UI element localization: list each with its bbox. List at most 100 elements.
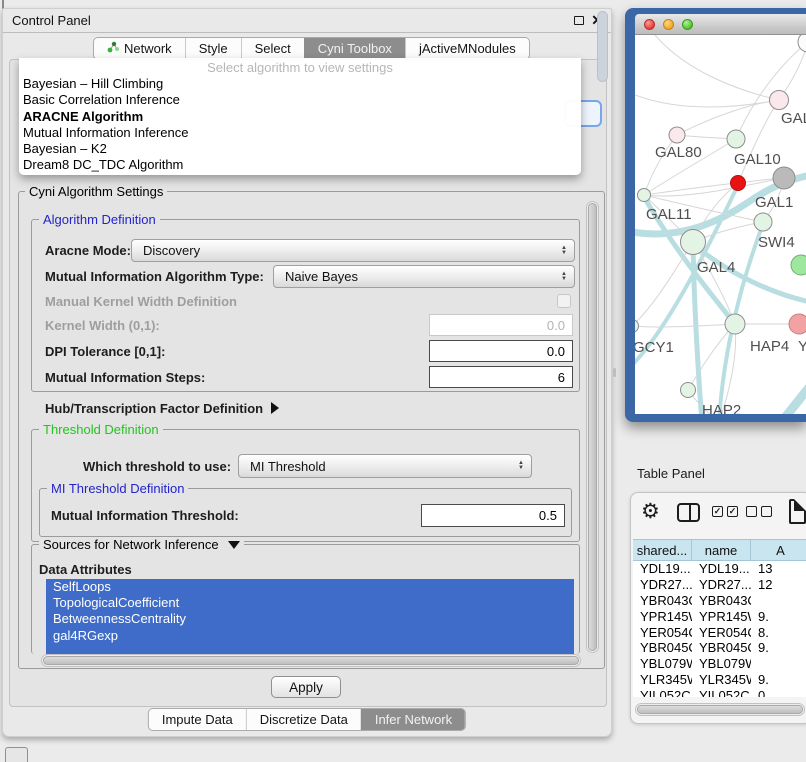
network-node-gal4[interactable] xyxy=(681,230,706,255)
gear-icon[interactable]: ⚙ xyxy=(641,501,660,522)
data-attributes-list[interactable]: SelfLoopsTopologicalCoefficientBetweenne… xyxy=(46,579,574,655)
tab-cyni-toolbox[interactable]: Cyni Toolbox xyxy=(304,38,405,59)
table-cell: YBL079W xyxy=(633,656,692,672)
table-panel: ⚙ ✓✓ shared... name A YDL19...YDL19...13… xyxy=(630,492,806,724)
table-row[interactable]: YBL079WYBL079W xyxy=(633,656,806,672)
attribute-item-selfloops[interactable]: SelfLoops xyxy=(46,579,574,595)
tab-select[interactable]: Select xyxy=(241,38,304,59)
deselect-all-icon[interactable] xyxy=(746,506,772,517)
network-node-gal1[interactable] xyxy=(754,213,772,231)
column-header-name[interactable]: name xyxy=(692,540,751,560)
dropdown-item-basic-correlation-inference[interactable]: Basic Correlation Inference xyxy=(19,92,581,108)
network-canvas[interactable]: GALGAL80GAL10GAL1GAL11GAL4SWI4GCY1HAP4YH… xyxy=(635,35,806,414)
dropdown-item-mutual-information-inference[interactable]: Mutual Information Inference xyxy=(19,125,581,141)
aracne-mode-combo[interactable]: Discovery ▲▼ xyxy=(131,239,575,262)
column-header-shared[interactable]: shared... xyxy=(633,540,692,560)
dropdown-item-dream8-dc-tdc-algorithm[interactable]: Dream8 DC_TDC Algorithm xyxy=(19,157,581,173)
settings-horizontal-scrollbar[interactable] xyxy=(41,654,581,667)
attribute-item-topologicalcoefficient[interactable]: TopologicalCoefficient xyxy=(46,595,574,611)
sources-expander[interactable]: Sources for Network Inference xyxy=(39,537,244,552)
tab-network[interactable]: Network xyxy=(94,38,185,59)
mi-type-label: Mutual Information Algorithm Type: xyxy=(45,265,264,288)
table-cell xyxy=(751,593,806,609)
table-cell: YER054C xyxy=(633,624,692,640)
network-node-gal[interactable] xyxy=(770,91,789,110)
table-cell: 9. xyxy=(751,672,806,688)
close-traffic-light[interactable] xyxy=(644,19,655,30)
table-row[interactable]: YLR345WYLR345W9. xyxy=(633,672,806,688)
node-label: HAP2 xyxy=(702,402,741,414)
network-window-titlebar[interactable] xyxy=(635,14,806,35)
table-cell: YPR145W xyxy=(692,608,751,624)
attribute-item-gal4rgexp[interactable]: gal4RGexp xyxy=(46,628,574,644)
kernel-width-field[interactable]: 0.0 xyxy=(429,314,573,336)
page-icon[interactable] xyxy=(789,499,806,524)
tab-style[interactable]: Style xyxy=(185,38,241,59)
algorithm-definition-title: Algorithm Definition xyxy=(39,212,160,227)
settings-vertical-scrollbar[interactable] xyxy=(586,201,599,653)
table-cell: YBR045C xyxy=(692,640,751,656)
dpi-tolerance-field[interactable]: 0.0 xyxy=(429,340,573,362)
stepper-arrows-icon: ▲▼ xyxy=(561,272,567,282)
mi-type-combo[interactable]: Naive Bayes ▲▼ xyxy=(273,265,575,288)
dropdown-item-bayesian-k2[interactable]: Bayesian – K2 xyxy=(19,141,581,157)
expand-right-icon xyxy=(271,402,279,414)
network-node-hap2[interactable] xyxy=(681,383,696,398)
table-cell: 13 xyxy=(751,561,806,577)
network-node-hap4[interactable] xyxy=(725,314,745,334)
select-all-icon[interactable]: ✓✓ xyxy=(712,506,738,517)
mi-threshold-label: Mutual Information Threshold: xyxy=(51,504,239,527)
table-cell: 0. xyxy=(751,687,806,697)
network-node[interactable] xyxy=(731,176,746,191)
table-row[interactable]: YBR045CYBR045C9. xyxy=(633,640,806,656)
network-node[interactable] xyxy=(773,167,795,189)
node-label: GAL xyxy=(781,110,806,127)
table-cell: YDL19... xyxy=(633,561,692,577)
attribute-item-betweennesscentrality[interactable]: BetweennessCentrality xyxy=(46,611,574,627)
table-row[interactable]: YDR27...YDR27...12 xyxy=(633,577,806,593)
dropdown-item-aracne-algorithm[interactable]: ARACNE Algorithm xyxy=(19,109,581,125)
tab-impute-data[interactable]: Impute Data xyxy=(149,709,246,730)
network-node-gal80[interactable] xyxy=(669,127,685,143)
dropdown-item-bayesian-hill-climbing[interactable]: Bayesian – Hill Climbing xyxy=(19,76,581,92)
splitter-grip[interactable] xyxy=(613,368,616,377)
mi-threshold-field[interactable]: 0.5 xyxy=(421,504,565,527)
network-node-gal11[interactable] xyxy=(638,189,651,202)
control-panel-window: Control Panel ✕ NetworkStyleSelectCyni T… xyxy=(2,8,612,737)
tab-infer-network[interactable]: Infer Network xyxy=(361,709,465,730)
apply-button[interactable]: Apply xyxy=(271,676,341,698)
table-row[interactable]: YDL19...YDL19...13 xyxy=(633,561,806,577)
column-header-third[interactable]: A xyxy=(751,540,806,560)
hub-tf-expander[interactable]: Hub/Transcription Factor Definition xyxy=(45,399,279,417)
tab-jactivemnodules[interactable]: jActiveMNodules xyxy=(405,38,529,59)
network-node-gcy1[interactable] xyxy=(635,320,639,333)
float-window-icon[interactable] xyxy=(574,16,584,25)
table-cell: YBR043C xyxy=(633,593,692,609)
table-row[interactable]: YBR043CYBR043C xyxy=(633,593,806,609)
minimize-traffic-light[interactable] xyxy=(663,19,674,30)
table-row[interactable]: YIL052CYIL052C0. xyxy=(633,687,806,697)
attribute-list-scrollbar[interactable] xyxy=(597,11,608,82)
mi-steps-label: Mutual Information Steps: xyxy=(45,366,205,388)
minimized-panel-icon[interactable] xyxy=(5,747,28,762)
manual-kernel-checkbox[interactable] xyxy=(557,294,571,308)
table-cell: YDL19... xyxy=(692,561,751,577)
table-cell: YBL079W xyxy=(692,656,751,672)
columns-icon[interactable] xyxy=(677,503,700,522)
zoom-traffic-light[interactable] xyxy=(682,19,693,30)
table-cell: YDR27... xyxy=(692,577,751,593)
tab-discretize-data[interactable]: Discretize Data xyxy=(246,709,361,730)
table-cell: 12 xyxy=(751,577,806,593)
table-row[interactable]: YER054CYER054C8. xyxy=(633,624,806,640)
table-horizontal-scrollbar[interactable] xyxy=(635,703,805,716)
mi-steps-field[interactable]: 6 xyxy=(429,366,573,388)
network-node-swi4[interactable] xyxy=(791,255,806,275)
panel-title: Control Panel xyxy=(12,9,91,33)
table-row[interactable]: YPR145WYPR145W9. xyxy=(633,608,806,624)
table-cell: YBR045C xyxy=(633,640,692,656)
table-panel-title: Table Panel xyxy=(637,466,705,481)
algorithm-dropdown: Select algorithm to view settings Bayesi… xyxy=(19,58,581,175)
which-threshold-combo[interactable]: MI Threshold ▲▼ xyxy=(238,454,532,478)
network-node-y[interactable] xyxy=(789,314,806,334)
network-node-gal10[interactable] xyxy=(727,130,745,148)
